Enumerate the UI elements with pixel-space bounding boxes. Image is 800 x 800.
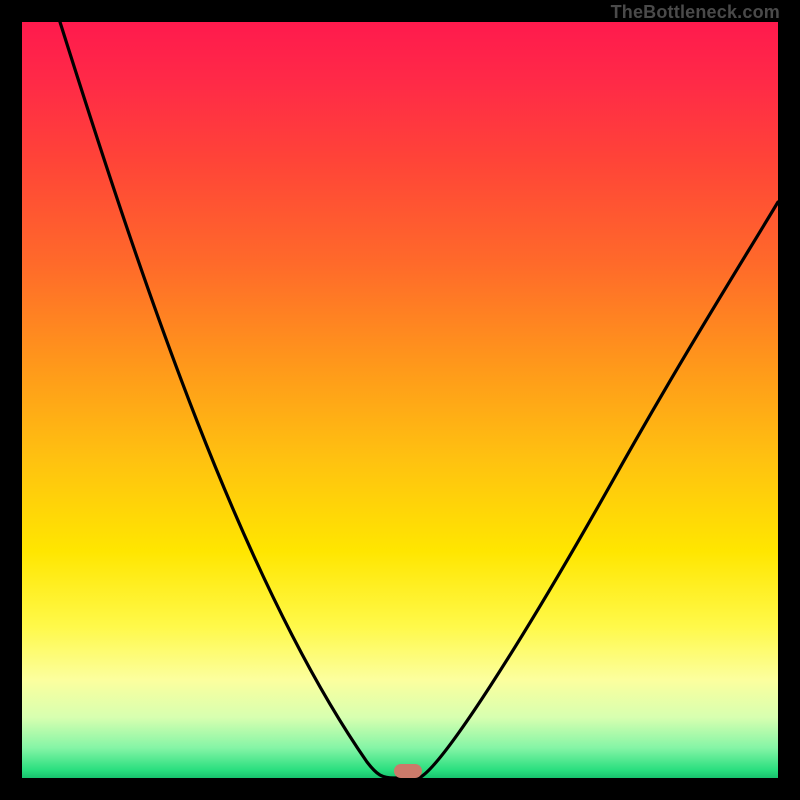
attribution-text: TheBottleneck.com [611,2,780,23]
chart-plot-area [22,22,778,778]
curve-path [60,22,778,778]
chart-frame: TheBottleneck.com [0,0,800,800]
optimal-marker [394,764,422,778]
bottleneck-curve [22,22,778,778]
